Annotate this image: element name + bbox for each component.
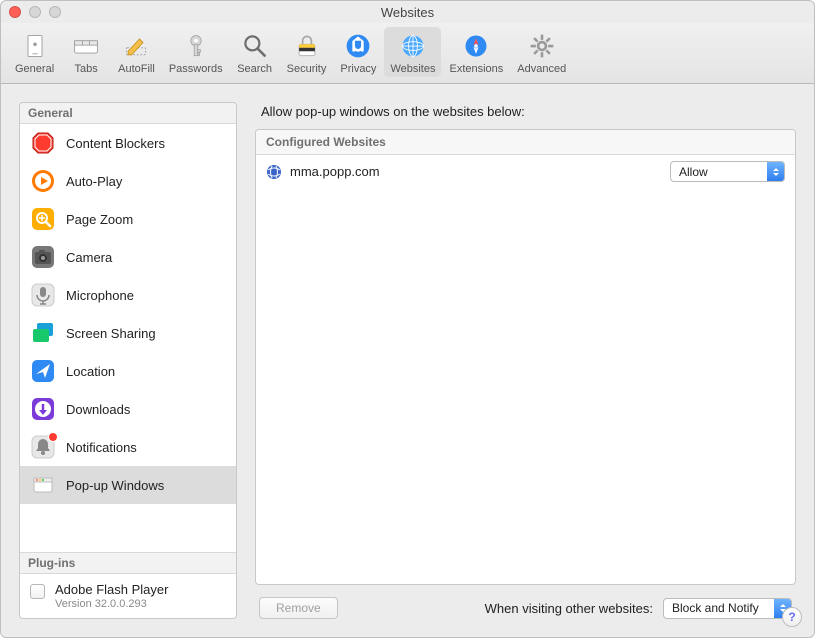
plugin-item-flash[interactable]: Adobe Flash Player Version 32.0.0.293 bbox=[20, 574, 236, 618]
tabs-icon bbox=[71, 31, 101, 61]
close-window-button[interactable] bbox=[9, 6, 21, 18]
configured-websites-header: Configured Websites bbox=[256, 130, 795, 155]
search-icon bbox=[240, 31, 270, 61]
configured-websites-box: Configured Websites mma.popp.com Allow bbox=[255, 129, 796, 585]
plugin-version: Version 32.0.0.293 bbox=[55, 598, 168, 610]
sidebar-item-camera[interactable]: Camera bbox=[20, 238, 236, 276]
toolbar-label: Tabs bbox=[75, 63, 98, 75]
toolbar-label: Passwords bbox=[169, 63, 223, 75]
site-setting-select[interactable]: Allow bbox=[670, 161, 785, 182]
sidebar-item-auto-play[interactable]: Auto-Play bbox=[20, 162, 236, 200]
sidebar-item-label: Auto-Play bbox=[66, 174, 122, 189]
autofill-icon bbox=[121, 31, 151, 61]
sidebar-item-label: Microphone bbox=[66, 288, 134, 303]
sidebar-item-notifications[interactable]: Notifications bbox=[20, 428, 236, 466]
sidebar-item-screen-sharing[interactable]: Screen Sharing bbox=[20, 314, 236, 352]
plugin-text: Adobe Flash Player Version 32.0.0.293 bbox=[55, 582, 168, 610]
camera-icon bbox=[30, 244, 56, 270]
websites-icon bbox=[398, 31, 428, 61]
sidebar-group-plugins: Plug-ins bbox=[20, 552, 236, 574]
toolbar-item-general[interactable]: General bbox=[9, 27, 60, 77]
sidebar-item-downloads[interactable]: Downloads bbox=[20, 390, 236, 428]
sidebar-item-microphone[interactable]: Microphone bbox=[20, 276, 236, 314]
popup-windows-icon bbox=[30, 472, 56, 498]
help-button[interactable]: ? bbox=[782, 607, 802, 627]
toolbar-label: Advanced bbox=[517, 63, 566, 75]
window-title: Websites bbox=[1, 5, 814, 20]
plugin-enable-checkbox[interactable] bbox=[30, 584, 45, 599]
sidebar-item-label: Notifications bbox=[66, 440, 137, 455]
plugin-name: Adobe Flash Player bbox=[55, 582, 168, 597]
sidebar-item-page-zoom[interactable]: Page Zoom bbox=[20, 200, 236, 238]
sidebar-item-popup-windows[interactable]: Pop-up Windows bbox=[20, 466, 236, 504]
zoom-window-button[interactable] bbox=[49, 6, 61, 18]
toolbar-label: Websites bbox=[390, 63, 435, 75]
microphone-icon bbox=[30, 282, 56, 308]
other-websites-select[interactable]: Block and Notify bbox=[663, 598, 792, 619]
general-icon bbox=[20, 31, 50, 61]
minimize-window-button[interactable] bbox=[29, 6, 41, 18]
toolbar-item-passwords[interactable]: Passwords bbox=[163, 27, 229, 77]
site-row[interactable]: mma.popp.com Allow bbox=[256, 155, 795, 188]
toolbar-item-tabs[interactable]: Tabs bbox=[62, 27, 110, 77]
content-area: General Content Blockers Auto-Play bbox=[1, 84, 814, 637]
titlebar: Websites bbox=[1, 1, 814, 23]
preferences-toolbar: General Tabs AutoFill Passwords Search bbox=[1, 23, 814, 84]
sidebar-item-label: Content Blockers bbox=[66, 136, 165, 151]
sidebar-item-label: Pop-up Windows bbox=[66, 478, 164, 493]
page-zoom-icon bbox=[30, 206, 56, 232]
toolbar-item-privacy[interactable]: Privacy bbox=[334, 27, 382, 77]
sidebar-item-label: Page Zoom bbox=[66, 212, 133, 227]
preferences-window: Websites General Tabs AutoFill Pass bbox=[0, 0, 815, 638]
sidebar-item-label: Screen Sharing bbox=[66, 326, 156, 341]
passwords-icon bbox=[181, 31, 211, 61]
sidebar-item-location[interactable]: Location bbox=[20, 352, 236, 390]
sidebar-item-label: Location bbox=[66, 364, 115, 379]
globe-icon bbox=[266, 164, 282, 180]
security-icon bbox=[292, 31, 322, 61]
toolbar-item-websites[interactable]: Websites bbox=[384, 27, 441, 77]
toolbar-item-advanced[interactable]: Advanced bbox=[511, 27, 572, 77]
notification-badge bbox=[48, 432, 58, 442]
other-websites-value: Block and Notify bbox=[664, 601, 774, 615]
toolbar-label: Privacy bbox=[340, 63, 376, 75]
toolbar-item-extensions[interactable]: Extensions bbox=[443, 27, 509, 77]
toolbar-item-search[interactable]: Search bbox=[231, 27, 279, 77]
pane-title: Allow pop-up windows on the websites bel… bbox=[261, 104, 796, 119]
chevron-updown-icon bbox=[767, 162, 784, 181]
sidebar-item-label: Downloads bbox=[66, 402, 130, 417]
other-websites-label: When visiting other websites: bbox=[485, 601, 653, 616]
site-setting-value: Allow bbox=[671, 165, 767, 179]
toolbar-label: Extensions bbox=[449, 63, 503, 75]
screen-sharing-icon bbox=[30, 320, 56, 346]
pane-footer: Remove When visiting other websites: Blo… bbox=[255, 585, 796, 619]
detail-pane: Allow pop-up windows on the websites bel… bbox=[255, 102, 796, 619]
toolbar-label: Security bbox=[287, 63, 327, 75]
sidebar-list: Content Blockers Auto-Play Page Zoom bbox=[20, 124, 236, 552]
auto-play-icon bbox=[30, 168, 56, 194]
location-icon bbox=[30, 358, 56, 384]
content-blockers-icon bbox=[30, 130, 56, 156]
toolbar-item-security[interactable]: Security bbox=[281, 27, 333, 77]
downloads-icon bbox=[30, 396, 56, 422]
sidebar-item-label: Camera bbox=[66, 250, 112, 265]
advanced-icon bbox=[527, 31, 557, 61]
settings-sidebar: General Content Blockers Auto-Play bbox=[19, 102, 237, 619]
site-host: mma.popp.com bbox=[290, 164, 662, 179]
extensions-icon bbox=[461, 31, 491, 61]
sidebar-group-general: General bbox=[20, 103, 236, 124]
toolbar-item-autofill[interactable]: AutoFill bbox=[112, 27, 161, 77]
window-controls bbox=[9, 6, 61, 18]
sidebar-item-content-blockers[interactable]: Content Blockers bbox=[20, 124, 236, 162]
toolbar-label: AutoFill bbox=[118, 63, 155, 75]
toolbar-label: General bbox=[15, 63, 54, 75]
remove-button[interactable]: Remove bbox=[259, 597, 338, 619]
toolbar-label: Search bbox=[237, 63, 272, 75]
privacy-icon bbox=[343, 31, 373, 61]
notifications-icon bbox=[30, 434, 56, 460]
